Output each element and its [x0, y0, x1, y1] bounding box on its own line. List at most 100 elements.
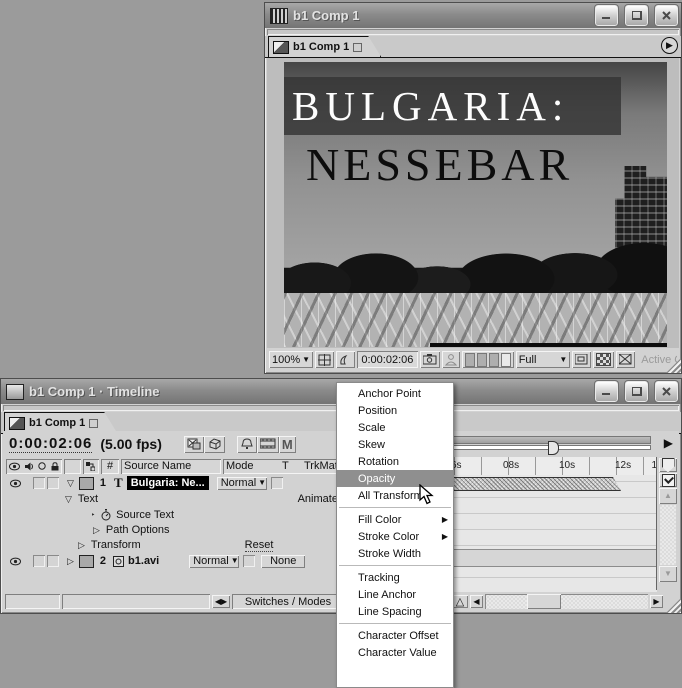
panel-menu-button[interactable]: ▶ [661, 37, 678, 54]
lock-toggle[interactable] [47, 477, 59, 489]
menu-item-fill-color[interactable]: Fill Color▶ [337, 511, 453, 528]
expand-triangle-icon[interactable]: ▷ [67, 556, 74, 567]
menu-item-scale[interactable]: Scale [337, 419, 453, 436]
menu-item-all-transform[interactable]: All Transform [337, 487, 453, 504]
comp-titlebar[interactable]: b1 Comp 1 [265, 3, 681, 28]
reset-link[interactable]: Reset [245, 539, 274, 552]
comp-family-button[interactable] [204, 436, 225, 453]
transform-row[interactable]: ▷ Transform Reset [3, 537, 345, 553]
comp-flowchart-button[interactable] [184, 436, 204, 453]
next-frame-arrow-icon[interactable]: ▶ [664, 436, 673, 450]
solo-toggle[interactable] [33, 555, 45, 567]
layer2-row[interactable]: ▷ 2 b1.avi Normal ▼ None [3, 553, 345, 569]
menu-item-position[interactable]: Position [337, 402, 453, 419]
horizontal-scrollbar-thumb[interactable] [527, 594, 561, 609]
comp-frame-image[interactable]: BULGARIA: NESSEBAR [284, 62, 667, 347]
snapshot-button[interactable] [336, 351, 355, 368]
menu-item-stroke-color[interactable]: Stroke Color▶ [337, 528, 453, 545]
scroll-left-button[interactable]: ◀ [470, 595, 483, 608]
frame-blending-button[interactable] [257, 436, 279, 453]
menu-item-line-anchor[interactable]: Line Anchor [337, 586, 453, 603]
source-text-row[interactable]: ‣ Source Text [3, 507, 345, 523]
maximize-button[interactable] [625, 5, 648, 26]
layer2-trkmat-dropdown[interactable]: None [261, 555, 305, 568]
comp-marker-bin[interactable] [659, 458, 677, 472]
close-button[interactable] [655, 5, 678, 26]
motion-blur-button[interactable]: M [279, 436, 296, 453]
text-group-row[interactable]: ▽ Text Animate: [3, 491, 345, 507]
eye-icon[interactable] [10, 479, 21, 488]
live-update-button[interactable] [237, 436, 257, 453]
menu-item-skew[interactable]: Skew [337, 436, 453, 453]
menu-item-anchor-point[interactable]: Anchor Point [337, 385, 453, 402]
menu-item-character-offset[interactable]: Character Offset [337, 627, 453, 644]
minimize-button[interactable] [595, 381, 618, 402]
down-arrow-icon: ▼ [664, 570, 672, 578]
close-button[interactable] [655, 381, 678, 402]
scroll-right-button[interactable]: ▶ [650, 595, 663, 608]
layer1-row[interactable]: ▽ 1 T Bulgaria: Ne... Normal ▼ [3, 475, 345, 491]
fps-label: (5.00 fps) [100, 436, 161, 452]
layer2-mode-dropdown[interactable]: Normal ▼ [189, 555, 239, 568]
panel-resize-button[interactable]: ◀▶ [212, 595, 230, 608]
lock-toggle[interactable] [47, 555, 59, 567]
vertical-scrollbar[interactable] [660, 505, 676, 565]
transparency-grid-button[interactable] [593, 351, 614, 368]
menu-item-character-value[interactable]: Character Value [337, 644, 453, 661]
left-arrow-icon: ◀ [473, 598, 479, 606]
solo-toggle[interactable] [33, 477, 45, 489]
magnification-dropdown[interactable]: 100% ▼ [269, 351, 313, 368]
menu-item-line-spacing[interactable]: Line Spacing [337, 603, 453, 620]
layer2-name[interactable]: b1.avi [128, 555, 159, 567]
layer2-preserve-toggle[interactable] [243, 555, 255, 567]
layer2-label-swatch[interactable] [79, 555, 94, 568]
switches-modes-toggle[interactable]: Switches / Modes [232, 594, 344, 609]
path-options-row[interactable]: ▷ Path Options [3, 522, 345, 538]
maximize-button[interactable] [625, 381, 648, 402]
dropdown-arrow-icon: ▼ [231, 557, 239, 565]
menu-item-stroke-width[interactable]: Stroke Width [337, 545, 453, 562]
right-arrow-icon: ▶ [653, 598, 659, 606]
label-column-header [64, 459, 81, 474]
take-snapshot-camera-button[interactable] [420, 351, 440, 368]
scroll-down-button[interactable]: ▼ [659, 566, 677, 582]
comp-window-title: b1 Comp 1 [293, 8, 588, 23]
stopwatch-icon[interactable] [101, 509, 111, 521]
expand-triangle-icon[interactable]: ▽ [65, 494, 72, 505]
comp-tab-closebox[interactable] [353, 43, 362, 52]
layer1-name[interactable]: Bulgaria: Ne... [127, 476, 209, 490]
timeline-tab[interactable]: b1 Comp 1 [4, 412, 117, 433]
show-channel-person-button[interactable] [442, 351, 460, 368]
zoom-out-icon: △ [456, 595, 464, 608]
expand-triangle-icon[interactable]: ▷ [93, 525, 100, 536]
safe-zones-button[interactable] [315, 351, 334, 368]
comp-button[interactable] [659, 473, 677, 487]
layer1-preserve-toggle[interactable] [271, 477, 283, 489]
menu-item-opacity[interactable]: Opacity [337, 470, 453, 487]
layer1-mode-dropdown[interactable]: Normal ▼ [217, 477, 267, 490]
layer1-label-swatch[interactable] [79, 477, 94, 490]
wireframe-button[interactable] [616, 351, 635, 368]
timeline-timecode[interactable]: 0:00:02:06 [9, 435, 92, 453]
horizontal-scrollbar[interactable] [485, 594, 648, 609]
region-of-interest-button[interactable] [572, 351, 591, 368]
comp-tab[interactable]: b1 Comp 1 [268, 36, 381, 57]
animate-context-menu: Anchor Point Position Scale Skew Rotatio… [336, 382, 454, 688]
scroll-up-button[interactable]: ▲ [659, 488, 677, 504]
text-group-label: Text [78, 493, 98, 505]
comp-timecode[interactable]: 0:00:02:06 [357, 351, 418, 368]
minimize-button[interactable] [595, 5, 618, 26]
channel-swatches[interactable] [462, 351, 514, 368]
animate-button[interactable]: Animate: [298, 493, 341, 505]
zoom-slider-handle[interactable] [548, 441, 559, 455]
zoom-out-button[interactable]: △ [452, 595, 468, 608]
resolution-dropdown[interactable]: Full ▼ [516, 351, 571, 368]
eye-icon[interactable] [10, 557, 21, 566]
expand-triangle-icon[interactable]: ▷ [78, 540, 85, 551]
expand-triangle-icon[interactable]: ▽ [67, 478, 74, 489]
menu-item-rotation[interactable]: Rotation [337, 453, 453, 470]
menu-item-tracking[interactable]: Tracking [337, 569, 453, 586]
timeline-tab-closebox[interactable] [89, 419, 98, 428]
source-name-column-header[interactable]: Source Name [121, 459, 221, 474]
panel-menu-arrow-icon: ▶ [666, 40, 673, 51]
